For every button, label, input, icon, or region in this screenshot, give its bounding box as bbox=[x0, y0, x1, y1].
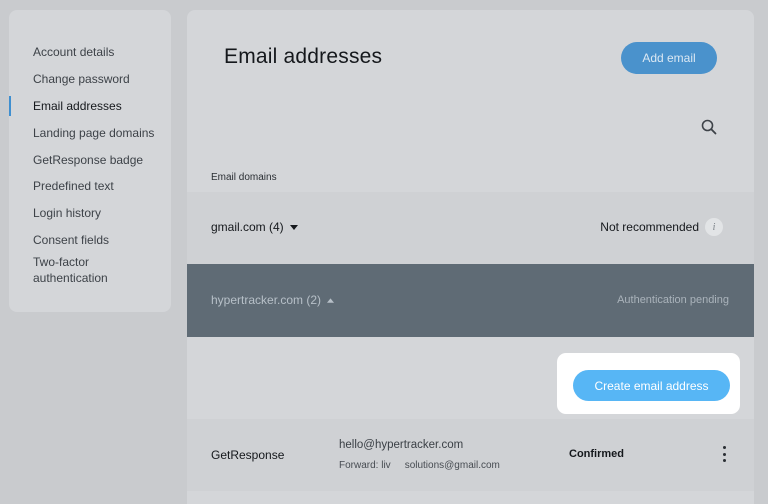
domain-name[interactable]: hypertracker.com (2) bbox=[211, 293, 335, 307]
column-header-email-domains: Email domains bbox=[211, 172, 277, 183]
create-email-address-button[interactable]: Create email address bbox=[573, 370, 730, 401]
domain-row-gmail[interactable]: gmail.com (4) Not recommended i bbox=[187, 192, 754, 264]
info-icon[interactable]: i bbox=[705, 218, 723, 236]
sidebar-item-label: Change password bbox=[33, 72, 130, 87]
sidebar-item-consent-fields[interactable]: Consent fields bbox=[9, 227, 171, 254]
sidebar-item-login-history[interactable]: Login history bbox=[9, 200, 171, 227]
sidebar-item-label: Account details bbox=[33, 45, 115, 60]
sidebar-item-getresponse-badge[interactable]: GetResponse badge bbox=[9, 146, 171, 173]
sidebar-item-two-factor-authentication[interactable]: Two-factor authentication bbox=[9, 254, 171, 294]
sidebar-item-account-details[interactable]: Account details bbox=[9, 39, 171, 66]
address-email: hello@hypertracker.com bbox=[339, 439, 464, 451]
domain-status: Authentication pending bbox=[617, 294, 729, 306]
sidebar-item-label: Consent fields bbox=[33, 232, 110, 247]
sidebar-item-label: Landing page domains bbox=[33, 125, 155, 140]
sidebar: Account details Change password Email ad… bbox=[9, 10, 171, 312]
forward-prefix: Forward: liv bbox=[339, 460, 391, 471]
sidebar-item-label: Two-factor authentication bbox=[33, 255, 108, 286]
domain-name-label: gmail.com (4) bbox=[211, 220, 284, 234]
sidebar-item-email-addresses[interactable]: Email addresses bbox=[9, 93, 171, 120]
sidebar-item-label: GetResponse badge bbox=[33, 152, 144, 167]
sidebar-item-predefined-text[interactable]: Predefined text bbox=[9, 173, 171, 200]
sidebar-item-label: Login history bbox=[33, 206, 102, 221]
domain-status: Not recommended bbox=[600, 220, 699, 234]
add-email-button[interactable]: Add email bbox=[621, 42, 717, 74]
address-name: GetResponse bbox=[211, 448, 285, 462]
page-title: Email addresses bbox=[224, 45, 383, 68]
sidebar-item-label: Predefined text bbox=[33, 179, 114, 194]
domain-name-label: hypertracker.com (2) bbox=[211, 293, 322, 307]
caret-down-icon bbox=[289, 224, 298, 230]
sidebar-item-change-password[interactable]: Change password bbox=[9, 66, 171, 93]
domain-name[interactable]: gmail.com (4) bbox=[211, 220, 298, 234]
sidebar-item-label: Email addresses bbox=[33, 98, 122, 113]
address-forward: Forward: liv solutions@gmail.com bbox=[339, 460, 500, 471]
sidebar-item-landing-page-domains[interactable]: Landing page domains bbox=[9, 119, 171, 146]
forward-suffix: solutions@gmail.com bbox=[404, 460, 500, 471]
caret-up-icon bbox=[327, 297, 335, 303]
email-address-row[interactable]: GetResponse hello@hypertracker.com Forwa… bbox=[187, 419, 754, 491]
address-status: Confirmed bbox=[569, 448, 624, 460]
more-options-icon[interactable] bbox=[720, 446, 728, 462]
domain-row-hypertracker[interactable]: hypertracker.com (2) Authentication pend… bbox=[187, 264, 754, 337]
page: Account details Change password Email ad… bbox=[0, 0, 768, 504]
search-icon[interactable] bbox=[701, 119, 717, 135]
